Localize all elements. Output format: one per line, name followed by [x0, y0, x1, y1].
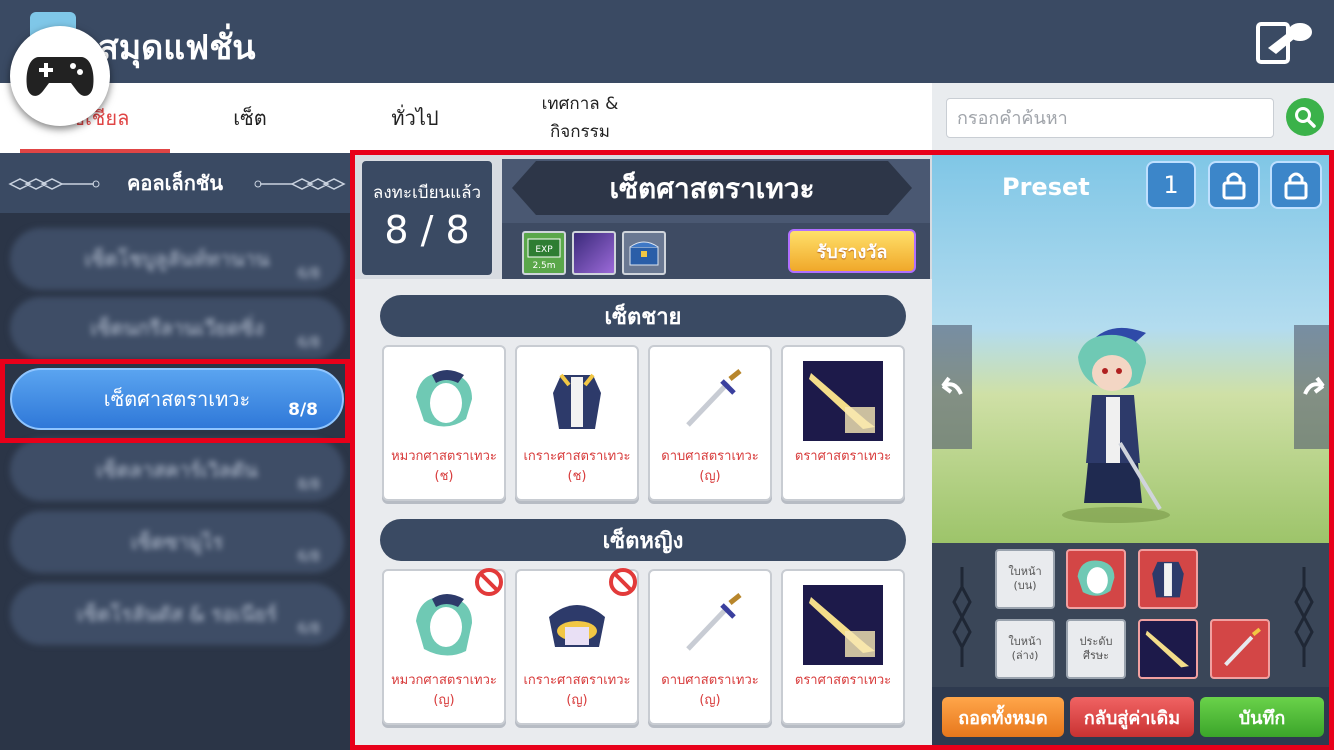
prohibited-icon: [609, 568, 637, 596]
sidebar-item[interactable]: เซ็ตโชบูลูลันท์ทานาน 6/8: [10, 228, 344, 290]
tab-set[interactable]: เซ็ต: [180, 83, 320, 153]
search-input[interactable]: [946, 98, 1274, 138]
equipment-slots: ใบหน้า (บน) ใบหน้า (ล่าง) ประดับศีรษะ: [932, 543, 1334, 687]
registered-counter: ลงทะเบียนแล้ว 8 / 8: [360, 159, 494, 277]
save-button[interactable]: บันทึก: [1200, 697, 1324, 737]
ornament-icon: [1294, 567, 1314, 667]
tab-general[interactable]: ทั่วไป: [345, 83, 485, 153]
search-bar: [932, 83, 1334, 153]
page-title: สมุดแฟชั่น: [98, 28, 256, 68]
slot-face-lower[interactable]: ใบหน้า (ล่าง): [995, 619, 1055, 679]
collection-sidebar: คอลเล็กชัน เซ็ตโชบูลูลันท์ทานาน 6/8 เซ็ต…: [0, 153, 350, 750]
character-avatar: [1062, 327, 1170, 523]
claim-reward-button[interactable]: รับรางวัล: [788, 229, 916, 273]
ornament-icon: [952, 567, 972, 667]
lock-button[interactable]: [1208, 161, 1260, 209]
set-title: เซ็ตศาสตราเทวะ: [609, 172, 815, 205]
sword-icon: [670, 361, 750, 441]
prev-preset-button[interactable]: [932, 325, 972, 449]
effect-reward-icon[interactable]: [572, 231, 616, 275]
item-card[interactable]: ดาบศาสตราเทวะ (ญ): [648, 569, 772, 725]
item-card[interactable]: ดาบศาสตราเทวะ (ญ): [648, 345, 772, 501]
remove-all-button[interactable]: ถอดทั้งหมด: [942, 697, 1064, 737]
action-bar: ถอดทั้งหมด กลับสู่ค่าเดิม บันทึก: [932, 687, 1334, 750]
exp-reward-icon[interactable]: EXP 2.5m: [522, 231, 566, 275]
character-preview: Preset 1: [932, 153, 1334, 543]
preset-label: Preset: [1002, 173, 1090, 201]
emblem-effect-icon: [1145, 630, 1190, 668]
item-card[interactable]: หมวกศาสตราเทวะ (ช): [382, 345, 506, 501]
sidebar-item[interactable]: เซ็ตนกรีลานเวียดซิ่ง 6/8: [10, 297, 344, 359]
highlight-box: [0, 359, 350, 443]
ornament-icon: [254, 178, 346, 190]
arrow-right-icon: [1303, 376, 1325, 395]
armor-icon: [1152, 561, 1184, 598]
gamepad-icon: [26, 57, 94, 96]
male-set-header: เซ็ตชาย: [380, 295, 906, 337]
exit-icon[interactable]: [1254, 18, 1314, 66]
emblem-effect-icon: [803, 361, 883, 441]
category-tabs: โซเชียล เซ็ต ทั่วไป เทศกาล & กิจกรรม: [0, 83, 932, 153]
svg-text:2.5m: 2.5m: [532, 261, 555, 271]
search-button[interactable]: [1286, 98, 1324, 136]
sidebar-item[interactable]: เซ็ตโรลันดัส & รอเนียร์ 6/8: [10, 583, 344, 645]
slot-armor[interactable]: [1138, 549, 1198, 609]
app-header: สมุดแฟชั่น: [0, 0, 1334, 83]
tab-festival-events[interactable]: เทศกาล & กิจกรรม: [520, 83, 640, 153]
lock-icon: [1284, 172, 1308, 200]
item-card[interactable]: เกราะศาสตราเทวะ (ช): [515, 345, 639, 501]
hat-icon: [1077, 560, 1115, 596]
slot-face-upper[interactable]: ใบหน้า (บน): [995, 549, 1055, 609]
lock-icon: [1222, 172, 1246, 200]
chest-reward-icon[interactable]: [622, 231, 666, 275]
hat-icon: [404, 361, 484, 441]
sword-icon: [1224, 627, 1261, 667]
gamepad-overlay-button[interactable]: [10, 26, 110, 126]
prohibited-icon: [475, 568, 503, 596]
ornament-icon: [8, 178, 100, 190]
armor-icon: [537, 585, 617, 665]
next-preset-button[interactable]: [1294, 325, 1334, 449]
reset-button[interactable]: กลับสู่ค่าเดิม: [1070, 697, 1194, 737]
arrow-left-icon: [941, 376, 963, 395]
female-set-header: เซ็ตหญิง: [380, 519, 906, 561]
armor-icon: [537, 361, 617, 441]
set-detail-panel: ลงทะเบียนแล้ว 8 / 8 เซ็ตศาสตราเทวะ EXP 2…: [352, 153, 932, 750]
sidebar-title: คอลเล็กชัน: [126, 171, 224, 195]
sidebar-item[interactable]: เซ็ตลาสคาร์เวิลตัน 8/8: [10, 439, 344, 501]
slot-emblem[interactable]: [1138, 619, 1198, 679]
hat-icon: [404, 585, 484, 665]
sidebar-header: คอลเล็กชัน: [0, 153, 350, 213]
set-items-area: เซ็ตชาย หมวกศาสตราเทวะ (ช) เกราะศาสตราเท…: [352, 279, 932, 750]
search-icon: [1295, 107, 1316, 128]
slot-hat[interactable]: [1066, 549, 1126, 609]
emblem-effect-icon: [803, 585, 883, 665]
sword-icon: [670, 585, 750, 665]
item-card[interactable]: ตราศาสตราเทวะ: [781, 345, 905, 501]
slot-earrings[interactable]: ประดับศีรษะ: [1066, 619, 1126, 679]
sidebar-item[interactable]: เซ็ตซามูไร 6/8: [10, 511, 344, 573]
svg-text:EXP: EXP: [535, 245, 553, 255]
slot-weapon[interactable]: [1210, 619, 1270, 679]
lock-button[interactable]: [1270, 161, 1322, 209]
item-card[interactable]: ตราศาสตราเทวะ: [781, 569, 905, 725]
preset-number-button[interactable]: 1: [1146, 161, 1196, 209]
